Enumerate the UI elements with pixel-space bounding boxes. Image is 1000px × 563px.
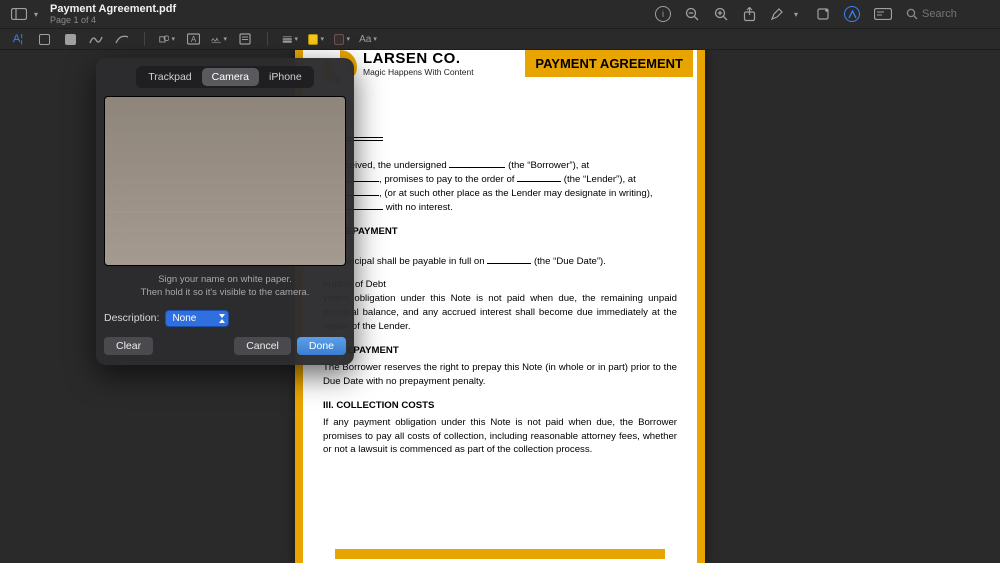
list-item: nts <box>323 242 677 256</box>
camera-preview <box>104 96 346 266</box>
para-text: If any payment obligation under this Not… <box>323 416 677 458</box>
signature-popover: Trackpad Camera iPhone Sign your name on… <box>96 58 354 365</box>
svg-text:A: A <box>190 35 196 44</box>
zoom-in-icon[interactable] <box>714 7 729 22</box>
source-segmented-control[interactable]: Trackpad Camera iPhone <box>136 66 313 88</box>
tab-camera[interactable]: Camera <box>202 68 259 86</box>
para-text: , (or at such other place as the Lender … <box>379 188 653 199</box>
border-color-icon[interactable]: ▾ <box>308 32 324 46</box>
title-block: Payment Agreement.pdf Page 1 of 4 <box>50 3 176 25</box>
para-text: (the “Lender”), at <box>564 174 636 185</box>
note-tool-icon[interactable] <box>237 32 253 46</box>
text-tool-icon[interactable]: A¦ <box>10 32 26 46</box>
sign-tool-icon[interactable]: ▾ <box>211 32 227 46</box>
toolbar-right: i ▾ <box>655 6 992 22</box>
text-box-icon[interactable]: A <box>185 32 201 46</box>
para-text: yment obligation under this Note is not … <box>323 292 677 334</box>
highlight-chevron-icon[interactable]: ▾ <box>790 10 802 19</box>
text-style-icon[interactable]: Aa▾ <box>360 32 376 46</box>
draw-tool-icon[interactable] <box>114 32 130 46</box>
page-body: ue received, the undersigned (the “Borro… <box>295 84 705 476</box>
search-icon <box>906 8 918 20</box>
tab-trackpad[interactable]: Trackpad <box>138 68 201 86</box>
decor-right <box>697 50 705 563</box>
clear-button[interactable]: Clear <box>104 337 153 355</box>
sidebar-toggle-icon[interactable] <box>8 5 30 23</box>
select-value: None <box>172 313 196 324</box>
page-indicator: Page 1 of 4 <box>50 15 176 25</box>
fill-color-icon[interactable]: ▾ <box>334 32 350 46</box>
cancel-button[interactable]: Cancel <box>234 337 291 355</box>
para-text: The Borrower reserves the right to prepa… <box>323 361 677 389</box>
sketch-tool-icon[interactable] <box>88 32 104 46</box>
pdf-page: LARSEN CO. Magic Happens With Content PA… <box>295 50 705 563</box>
shapes-tool-icon[interactable]: ▾ <box>159 32 175 46</box>
annotation-toolbar: A¦ ▾ A ▾ ▾ ▾ ▾ Aa▾ <box>0 28 1000 50</box>
hint-line: Sign your name on white paper. <box>104 274 346 287</box>
titlebar: ▾ Payment Agreement.pdf Page 1 of 4 i ▾ <box>0 0 1000 28</box>
markup-icon[interactable] <box>844 6 860 22</box>
para-text: (the “Borrower”), at <box>508 160 589 171</box>
para-text: with no interest. <box>386 202 453 213</box>
separator <box>267 32 268 46</box>
para-text: , promises to pay to the order of <box>379 174 517 185</box>
rotate-icon[interactable] <box>816 7 830 21</box>
share-icon[interactable] <box>743 7 756 22</box>
heading-repayment: OF REPAYMENT <box>323 225 677 239</box>
search-field[interactable] <box>906 8 992 20</box>
search-input[interactable] <box>922 8 992 20</box>
decor-footer <box>335 549 665 559</box>
heading-prepayment: II. PREPAYMENT <box>323 344 677 358</box>
company-name: LARSEN CO. <box>363 50 474 67</box>
hint-line: Then hold it so it's visible to the came… <box>104 287 346 300</box>
company-tagline: Magic Happens With Content <box>363 67 474 77</box>
tab-iphone[interactable]: iPhone <box>259 68 312 86</box>
highlight-icon[interactable] <box>770 7 784 21</box>
description-label: Description: <box>104 312 159 324</box>
select-tool-icon[interactable] <box>36 32 52 46</box>
description-select[interactable]: None <box>165 310 229 327</box>
document-title: Payment Agreement.pdf <box>50 3 176 15</box>
chevron-down-icon[interactable]: ▾ <box>30 10 42 19</box>
page-header: LARSEN CO. Magic Happens With Content PA… <box>295 50 705 84</box>
zoom-out-icon[interactable] <box>685 7 700 22</box>
redact-tool-icon[interactable] <box>62 32 78 46</box>
list-item: eration of Debt <box>323 278 677 292</box>
hint-text: Sign your name on white paper. Then hold… <box>104 274 346 300</box>
line-style-icon[interactable]: ▾ <box>282 32 298 46</box>
separator <box>144 32 145 46</box>
heading-collection: III. COLLECTION COSTS <box>323 399 677 413</box>
info-icon[interactable]: i <box>655 6 671 22</box>
done-button[interactable]: Done <box>297 337 346 355</box>
form-icon[interactable] <box>874 8 892 20</box>
title-badge: PAYMENT AGREEMENT <box>525 50 693 77</box>
para-text: (the “Due Date”). <box>534 256 606 267</box>
